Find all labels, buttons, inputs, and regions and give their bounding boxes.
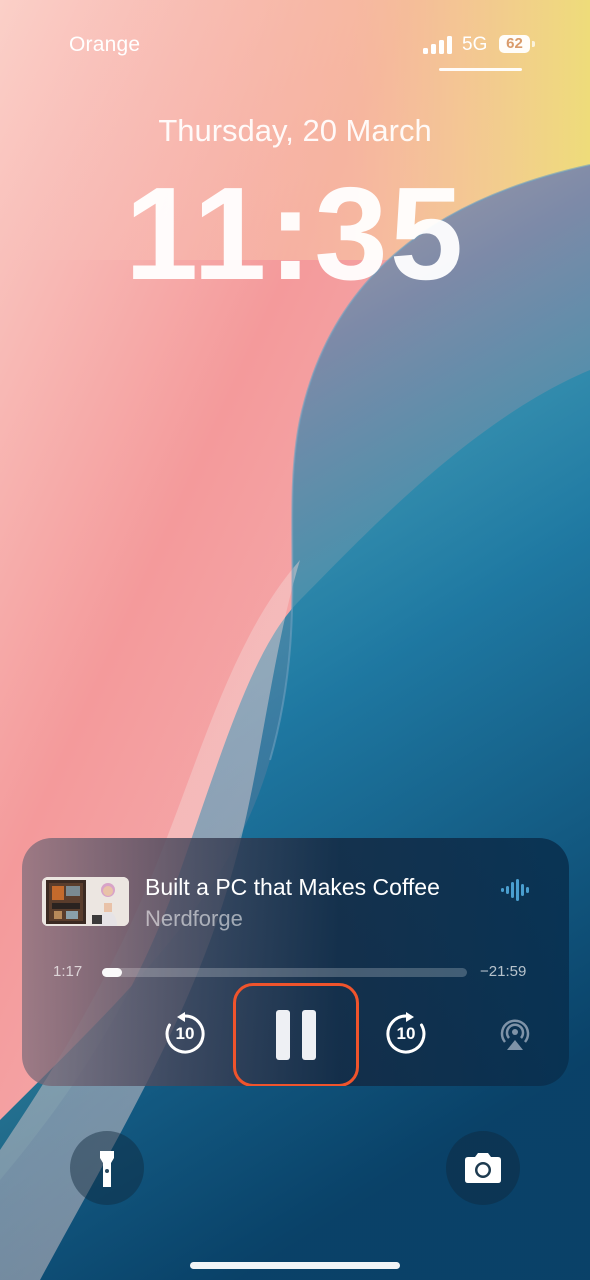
now-playing-widget[interactable]: Built a PC that Makes Coffee Nerdforge 1… — [22, 838, 569, 1086]
camera-button[interactable] — [446, 1131, 520, 1205]
status-bar: Orange 5G 62 — [0, 0, 590, 90]
battery-level: 62 — [499, 35, 530, 53]
battery-icon: 62 — [499, 35, 535, 53]
signal-icon — [423, 36, 453, 54]
status-indicator-line — [439, 68, 522, 71]
playback-scrubber[interactable] — [102, 968, 467, 977]
airplay-icon[interactable] — [497, 1016, 533, 1052]
elapsed-time: 1:17 — [53, 963, 83, 980]
home-indicator[interactable] — [190, 1262, 400, 1269]
playback-progress-fill — [102, 968, 123, 977]
pause-button[interactable] — [233, 983, 359, 1086]
skip-forward-seconds: 10 — [396, 1024, 416, 1043]
skip-back-button[interactable]: 10 — [163, 1012, 207, 1056]
skip-back-seconds: 10 — [175, 1024, 195, 1043]
lock-time: 11:35 — [124, 160, 466, 307]
pause-icon — [276, 1010, 290, 1060]
network-type: 5G — [462, 34, 488, 55]
remaining-time: −21:59 — [480, 963, 527, 980]
track-artist[interactable]: Nerdforge — [145, 906, 243, 932]
camera-icon — [465, 1153, 501, 1183]
audio-wave-icon[interactable] — [500, 879, 534, 901]
track-title[interactable]: Built a PC that Makes Coffee — [145, 874, 440, 901]
skip-forward-button[interactable]: 10 — [384, 1012, 428, 1056]
flashlight-button[interactable] — [70, 1131, 144, 1205]
carrier-label: Orange — [69, 33, 141, 56]
lock-date: Thursday, 20 March — [158, 113, 432, 148]
track-artwork[interactable] — [42, 877, 129, 926]
flashlight-icon — [100, 1151, 114, 1187]
